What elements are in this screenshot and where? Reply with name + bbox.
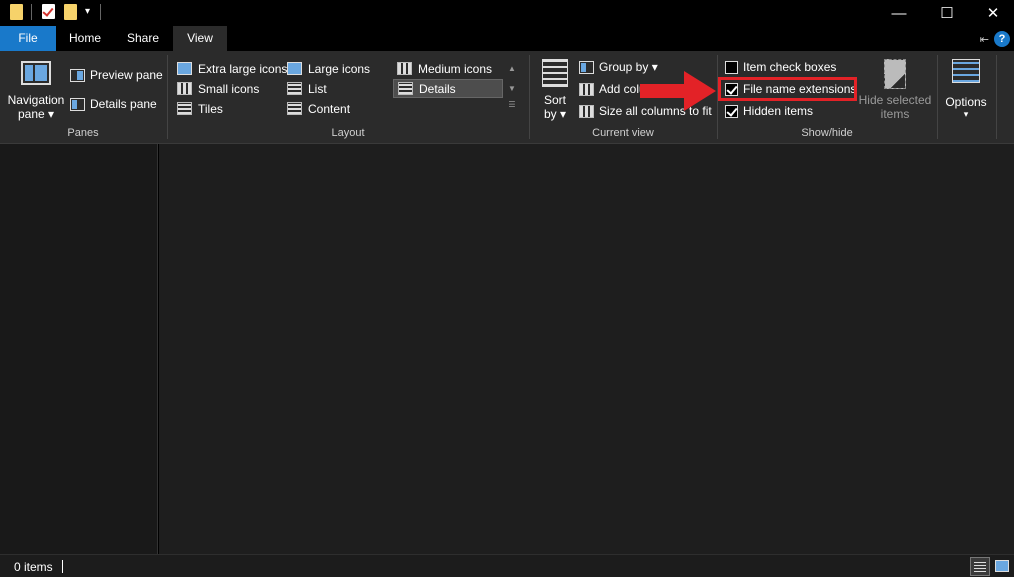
layout-extra-large-icons[interactable]: Extra large icons bbox=[173, 59, 291, 78]
navigation-pane[interactable] bbox=[0, 144, 158, 554]
preview-pane-button[interactable]: Preview pane bbox=[70, 68, 163, 82]
group-label-layout: Layout bbox=[331, 127, 365, 139]
tab-view[interactable]: View bbox=[173, 26, 227, 51]
sort-label-2: by ▾ bbox=[543, 107, 567, 121]
layout-item-label: Content bbox=[308, 101, 351, 116]
details-pane-button[interactable]: Details pane bbox=[70, 97, 157, 111]
minimize-button[interactable]: — bbox=[876, 0, 922, 26]
navigation-pane-label-2: pane ▾ bbox=[17, 107, 55, 121]
folder-icon[interactable] bbox=[10, 4, 23, 20]
extra-large-icons-icon bbox=[177, 62, 192, 75]
small-icons-icon bbox=[177, 82, 192, 95]
group-label-panes: Panes bbox=[67, 127, 99, 139]
scroll-down-icon[interactable]: ▼ bbox=[506, 79, 518, 99]
layout-item-label: List bbox=[308, 81, 327, 96]
group-separator bbox=[937, 55, 938, 139]
options-button[interactable]: Options ▾ bbox=[940, 59, 992, 123]
sort-icon bbox=[542, 59, 568, 87]
details-view-icon bbox=[974, 561, 986, 572]
navigation-pane-icon bbox=[21, 61, 51, 85]
hide-selected-icon bbox=[884, 59, 906, 89]
large-icons-icon bbox=[287, 62, 302, 75]
tab-share[interactable]: Share bbox=[116, 26, 170, 51]
size-columns-icon bbox=[579, 104, 594, 118]
maximize-button[interactable]: ☐ bbox=[924, 0, 970, 26]
gallery-more-icon[interactable]: ☰ bbox=[506, 99, 518, 111]
large-icons-view-icon bbox=[995, 560, 1009, 572]
navigation-pane-button[interactable]: Navigation pane ▾ bbox=[6, 61, 66, 121]
tab-file[interactable]: File bbox=[0, 26, 56, 51]
preview-pane-label: Preview pane bbox=[90, 68, 163, 82]
chevron-down-icon: ▾ bbox=[963, 109, 969, 119]
layout-item-label: Medium icons bbox=[418, 61, 493, 76]
help-icon[interactable]: ? bbox=[994, 31, 1010, 47]
large-icons-view-toggle[interactable] bbox=[992, 557, 1012, 576]
layout-tiles[interactable]: Tiles bbox=[173, 99, 227, 118]
hide-selected-label-2: items bbox=[880, 107, 910, 121]
group-label-show-hide: Show/hide bbox=[801, 127, 853, 139]
hidden-items-toggle[interactable]: Hidden items bbox=[725, 104, 813, 118]
status-bar: 0 items bbox=[0, 554, 1014, 577]
group-separator bbox=[996, 55, 997, 139]
layout-medium-icons[interactable]: Medium icons bbox=[393, 59, 496, 78]
sort-label: Sort bbox=[543, 93, 566, 107]
scroll-up-icon[interactable]: ▲ bbox=[506, 59, 518, 79]
medium-icons-icon bbox=[397, 62, 412, 75]
layout-small-icons[interactable]: Small icons bbox=[173, 79, 263, 98]
layout-content[interactable]: Content bbox=[283, 99, 354, 118]
pin-ribbon-icon[interactable]: ⇤ bbox=[980, 33, 989, 46]
ribbon-tabs: File Home Share View ⇤ ? bbox=[0, 26, 1014, 51]
hidden-items-checkbox[interactable] bbox=[725, 104, 738, 118]
new-folder-icon[interactable] bbox=[64, 4, 77, 20]
hide-selected-label: Hide selected bbox=[858, 93, 932, 107]
hidden-items-label: Hidden items bbox=[743, 104, 814, 118]
sort-by-button[interactable]: Sort by ▾ bbox=[536, 59, 574, 123]
annotation-highlight-box bbox=[718, 77, 857, 101]
layout-item-label: Details bbox=[419, 81, 456, 96]
title-bar: ▾ — ☐ ✕ bbox=[0, 0, 1014, 26]
layout-details[interactable]: Details bbox=[393, 79, 503, 98]
preview-pane-icon bbox=[70, 68, 85, 82]
layout-item-label: Small icons bbox=[198, 81, 260, 96]
customize-quick-access-dropdown[interactable]: ▾ bbox=[85, 4, 90, 20]
separator bbox=[31, 4, 32, 20]
group-label-current-view: Current view bbox=[592, 127, 654, 139]
details-pane-icon bbox=[70, 97, 85, 111]
close-button[interactable]: ✕ bbox=[970, 0, 1014, 26]
layout-large-icons[interactable]: Large icons bbox=[283, 59, 374, 78]
item-check-boxes-checkbox[interactable] bbox=[725, 60, 738, 74]
details-view-toggle[interactable] bbox=[970, 557, 990, 576]
layout-list[interactable]: List bbox=[283, 79, 331, 98]
tab-home[interactable]: Home bbox=[58, 26, 112, 51]
status-separator bbox=[62, 560, 63, 573]
item-count: 0 items bbox=[14, 560, 53, 574]
add-columns-icon bbox=[579, 82, 594, 96]
layout-gallery-scroll[interactable]: ▲ ▼ ☰ bbox=[506, 59, 518, 111]
details-pane-label: Details pane bbox=[90, 97, 157, 111]
separator bbox=[100, 4, 101, 20]
content-icon bbox=[287, 102, 302, 115]
annotation-arrow-icon bbox=[640, 71, 716, 111]
hide-selected-items-button[interactable]: Hide selected items bbox=[858, 59, 932, 123]
layout-item-label: Large icons bbox=[308, 61, 371, 76]
tiles-icon bbox=[177, 102, 192, 115]
options-icon bbox=[952, 59, 980, 83]
item-check-boxes-toggle[interactable]: Item check boxes bbox=[725, 60, 836, 74]
layout-item-label: Tiles bbox=[198, 101, 223, 116]
properties-icon[interactable] bbox=[42, 4, 55, 19]
layout-item-label: Extra large icons bbox=[198, 61, 288, 76]
group-by-icon bbox=[579, 60, 594, 74]
details-icon bbox=[398, 82, 413, 95]
item-check-boxes-label: Item check boxes bbox=[743, 60, 837, 74]
list-icon bbox=[287, 82, 302, 95]
file-list-area[interactable] bbox=[159, 144, 1014, 554]
layout-gallery: Extra large icons Large icons Medium ico… bbox=[171, 57, 517, 121]
options-label: Options bbox=[945, 95, 987, 109]
navigation-pane-label: Navigation bbox=[7, 93, 65, 107]
ribbon: Navigation pane ▾ Preview pane Details p… bbox=[0, 51, 1014, 144]
